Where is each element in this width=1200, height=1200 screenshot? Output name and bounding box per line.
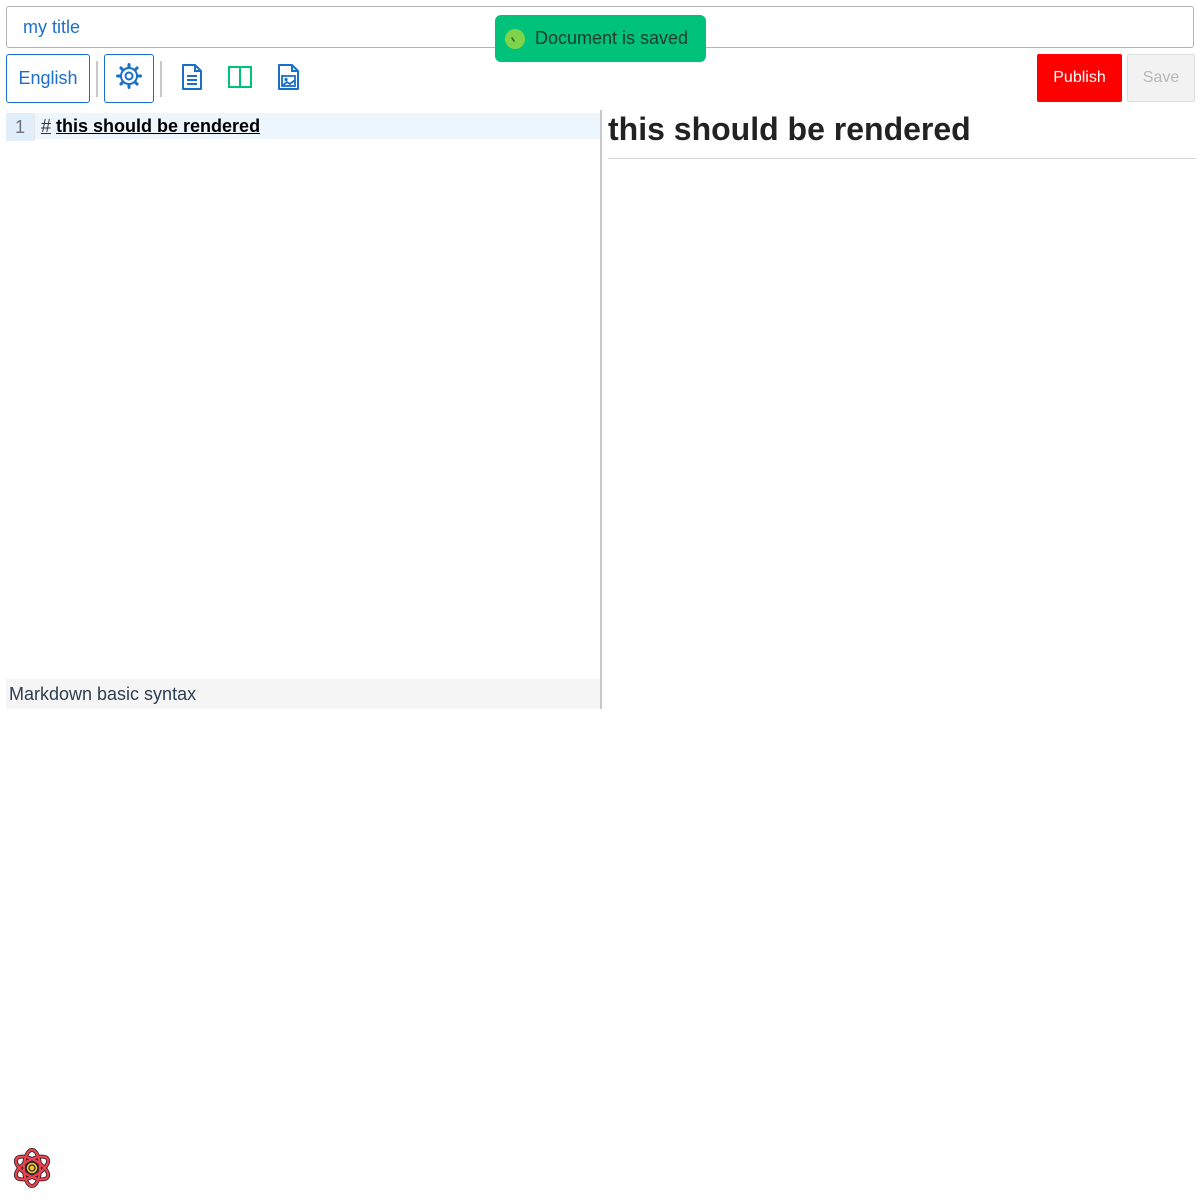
split-view-icon	[227, 65, 253, 94]
save-button[interactable]: Save	[1127, 54, 1195, 102]
toolbar-divider	[96, 61, 98, 97]
settings-button[interactable]	[104, 54, 154, 103]
toolbar-divider	[160, 61, 162, 97]
toast-message: Document is saved	[535, 28, 689, 48]
line-number: 1	[6, 113, 35, 141]
split-view-button[interactable]	[226, 64, 254, 94]
save-toast: Document is saved	[495, 15, 706, 62]
gear-icon	[116, 63, 142, 94]
check-icon	[505, 28, 525, 49]
pane-divider	[600, 110, 602, 709]
heading-text: this should be rendered	[56, 116, 261, 136]
code-line-text[interactable]: # this should be rendered	[41, 115, 260, 137]
language-button[interactable]: English	[6, 54, 90, 103]
editor-only-button[interactable]	[178, 63, 206, 96]
preview-only-icon	[276, 63, 302, 96]
publish-button[interactable]: Publish	[1037, 54, 1122, 102]
preview-only-button[interactable]	[275, 63, 303, 96]
heading-marker: #	[41, 116, 52, 136]
editor-status-bar: Markdown basic syntax	[6, 679, 600, 709]
markdown-preview: this should be rendered	[608, 110, 1196, 709]
markdown-editor[interactable]: 1 # this should be rendered Markdown bas…	[6, 110, 600, 709]
editor-only-icon	[180, 63, 204, 96]
preview-heading: this should be rendered	[608, 110, 1196, 159]
atom-logo-icon[interactable]	[11, 1147, 53, 1189]
